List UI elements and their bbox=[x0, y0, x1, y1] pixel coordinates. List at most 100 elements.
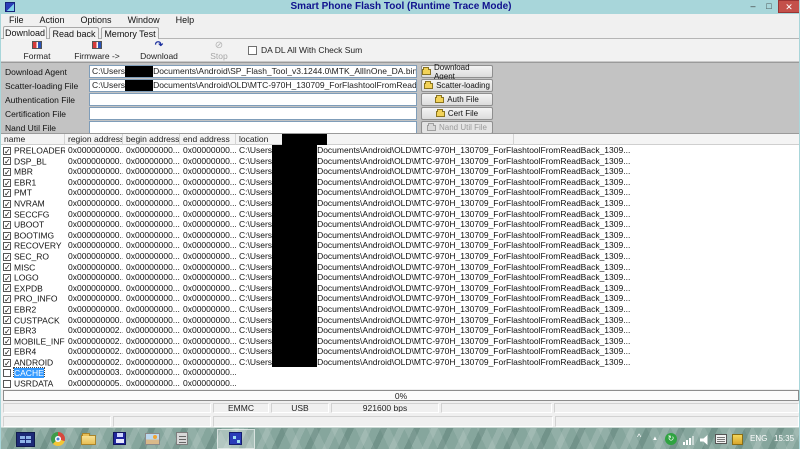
table-row[interactable]: ✓MBR 0x000000000... 0x00000000... 0x0000… bbox=[1, 166, 800, 177]
browse-button[interactable]: Auth File bbox=[421, 93, 493, 106]
row-checkbox[interactable]: ✓ bbox=[3, 221, 11, 229]
table-row[interactable]: CACHE 0x000000003... 0x00000000... 0x000… bbox=[1, 367, 800, 378]
menu-action[interactable]: Action bbox=[32, 15, 73, 25]
tab-memory-test[interactable]: Memory Test bbox=[101, 27, 159, 39]
row-checkbox[interactable]: ✓ bbox=[3, 263, 11, 271]
close-button[interactable]: ✕ bbox=[778, 0, 800, 13]
row-checkbox[interactable]: ✓ bbox=[3, 284, 11, 292]
gray-app-icon[interactable] bbox=[176, 432, 188, 445]
show-hidden-icons[interactable]: ▲ bbox=[652, 436, 658, 442]
column-header-region-address[interactable]: region address bbox=[65, 134, 123, 145]
row-checkbox[interactable]: ✓ bbox=[3, 179, 11, 187]
file-path-input[interactable]: C:\UsersDocuments\Android\SP_Flash_Tool_… bbox=[89, 65, 417, 78]
menu-window[interactable]: Window bbox=[120, 15, 168, 25]
row-checkbox[interactable]: ✓ bbox=[3, 232, 11, 240]
file-path-input[interactable]: C:\UsersDocuments\Android\OLD\MTC-970H_1… bbox=[89, 79, 417, 92]
language-indicator[interactable]: ENG bbox=[750, 434, 767, 443]
da-dl-checksum-checkbox[interactable] bbox=[248, 46, 257, 55]
table-row[interactable]: ✓PRELOADER 0x000000000... 0x00000000... … bbox=[1, 145, 800, 156]
region-address: 0x000000003... bbox=[68, 367, 123, 378]
row-checkbox[interactable]: ✓ bbox=[3, 200, 11, 208]
row-checkbox[interactable]: ✓ bbox=[3, 306, 11, 314]
row-checkbox[interactable] bbox=[3, 369, 11, 377]
row-checkbox[interactable]: ✓ bbox=[3, 157, 11, 165]
table-row[interactable]: ✓SECCFG 0x000000000... 0x00000000... 0x0… bbox=[1, 209, 800, 220]
column-header-end-address[interactable]: end address bbox=[180, 134, 236, 145]
file-path-input[interactable] bbox=[89, 107, 417, 120]
column-header-name[interactable]: name bbox=[1, 134, 65, 145]
da-dl-checksum-option[interactable]: DA DL All With Check Sum bbox=[248, 45, 362, 55]
menu-help[interactable]: Help bbox=[168, 15, 203, 25]
table-row[interactable]: ✓NVRAM 0x000000000... 0x00000000... 0x00… bbox=[1, 198, 800, 209]
clock[interactable]: 15:35 bbox=[774, 434, 794, 443]
tab-read-back[interactable]: Read back bbox=[49, 27, 99, 39]
network-signal-icon[interactable] bbox=[683, 436, 695, 445]
table-row[interactable]: USRDATA 0x000000005... 0x00000000... 0x0… bbox=[1, 378, 800, 389]
volume-icon[interactable] bbox=[700, 435, 710, 445]
table-row[interactable]: ✓BOOTIMG 0x000000000... 0x00000000... 0x… bbox=[1, 230, 800, 241]
table-row[interactable]: ✓PRO_INFO 0x000000000... 0x00000000... 0… bbox=[1, 293, 800, 304]
row-checkbox[interactable]: ✓ bbox=[3, 253, 11, 261]
tray-app-icon[interactable] bbox=[732, 434, 743, 445]
table-row[interactable]: ✓LOGO 0x000000000... 0x00000000... 0x000… bbox=[1, 272, 800, 283]
table-row[interactable]: ✓EXPDB 0x000000000... 0x00000000... 0x00… bbox=[1, 283, 800, 294]
table-row[interactable]: ✓SEC_RO 0x000000000... 0x00000000... 0x0… bbox=[1, 251, 800, 262]
table-row[interactable]: ✓UBOOT 0x000000000... 0x00000000... 0x00… bbox=[1, 219, 800, 230]
table-row[interactable]: ✓EBR2 0x000000000... 0x00000000... 0x000… bbox=[1, 304, 800, 315]
row-checkbox[interactable]: ✓ bbox=[3, 337, 11, 345]
table-row[interactable]: ✓RECOVERY 0x000000000... 0x00000000... 0… bbox=[1, 240, 800, 251]
file-path-input[interactable] bbox=[89, 93, 417, 106]
table-row[interactable]: ✓DSP_BL 0x000000000... 0x00000000... 0x0… bbox=[1, 156, 800, 167]
row-checkbox[interactable]: ✓ bbox=[3, 242, 11, 250]
row-checkbox[interactable]: ✓ bbox=[3, 168, 11, 176]
chrome-icon[interactable] bbox=[51, 432, 65, 446]
menu-file[interactable]: File bbox=[1, 15, 32, 25]
status-panel bbox=[555, 416, 799, 427]
image-viewer-icon[interactable] bbox=[145, 433, 160, 445]
row-checkbox[interactable]: ✓ bbox=[3, 359, 11, 367]
menu-options[interactable]: Options bbox=[73, 15, 120, 25]
floppy-app-icon[interactable] bbox=[113, 432, 126, 445]
minimize-button[interactable]: – bbox=[745, 0, 761, 13]
row-checkbox[interactable]: ✓ bbox=[3, 274, 11, 282]
partition-name: PRELOADER bbox=[14, 145, 65, 155]
file-explorer-icon[interactable] bbox=[81, 435, 96, 445]
table-row[interactable]: ✓MOBILE_INFO 0x000000002... 0x00000000..… bbox=[1, 336, 800, 347]
row-checkbox[interactable]: ✓ bbox=[3, 348, 11, 356]
input-device-icon[interactable] bbox=[715, 434, 727, 444]
start-button[interactable] bbox=[16, 432, 35, 447]
browse-button[interactable]: Scatter-loading bbox=[421, 79, 493, 92]
location: C:\UsersDocuments\Android\OLD\MTC-970H_1… bbox=[239, 251, 799, 262]
column-header-begin-address[interactable]: begin address bbox=[123, 134, 180, 145]
row-checkbox[interactable]: ✓ bbox=[3, 210, 11, 218]
row-checkbox[interactable]: ✓ bbox=[3, 316, 11, 324]
tab-download[interactable]: Download bbox=[3, 26, 47, 39]
location: C:\UsersDocuments\Android\OLD\MTC-970H_1… bbox=[239, 336, 799, 347]
table-row[interactable]: ✓EBR1 0x000000000... 0x00000000... 0x000… bbox=[1, 177, 800, 188]
table-row[interactable]: ✓ANDROID 0x000000002... 0x00000000... 0x… bbox=[1, 357, 800, 368]
begin-address: 0x00000000... bbox=[126, 187, 180, 198]
column-header-location[interactable]: location bbox=[236, 134, 514, 145]
table-row[interactable]: ✓EBR4 0x000000002... 0x00000000... 0x000… bbox=[1, 346, 800, 357]
table-row[interactable]: ✓CUSTPACK 0x000000000... 0x00000000... 0… bbox=[1, 315, 800, 326]
browse-button[interactable]: Cert File bbox=[421, 107, 493, 120]
table-row[interactable]: ✓EBR3 0x000000002... 0x00000000... 0x000… bbox=[1, 325, 800, 336]
redaction-box bbox=[282, 134, 327, 145]
redaction-box bbox=[272, 262, 317, 273]
region-address: 0x000000002... bbox=[68, 336, 123, 347]
maximize-button[interactable]: □ bbox=[761, 0, 777, 13]
row-checkbox[interactable]: ✓ bbox=[3, 189, 11, 197]
tray-chevron-icon[interactable]: ^ bbox=[637, 432, 641, 442]
row-checkbox[interactable] bbox=[3, 380, 11, 388]
row-checkbox[interactable]: ✓ bbox=[3, 147, 11, 155]
begin-address: 0x00000000... bbox=[126, 315, 180, 326]
table-row[interactable]: ✓PMT 0x000000000... 0x00000000... 0x0000… bbox=[1, 187, 800, 198]
title-bar[interactable]: Smart Phone Flash Tool (Runtime Trace Mo… bbox=[1, 0, 800, 14]
update-tray-icon[interactable]: ↻ bbox=[665, 433, 677, 445]
browse-button[interactable]: Download Agent bbox=[421, 65, 493, 78]
row-checkbox[interactable]: ✓ bbox=[3, 295, 11, 303]
redaction-box bbox=[272, 166, 317, 177]
flash-tool-taskbar-icon[interactable] bbox=[229, 432, 242, 445]
row-checkbox[interactable]: ✓ bbox=[3, 327, 11, 335]
table-row[interactable]: ✓MISC 0x000000000... 0x00000000... 0x000… bbox=[1, 262, 800, 273]
